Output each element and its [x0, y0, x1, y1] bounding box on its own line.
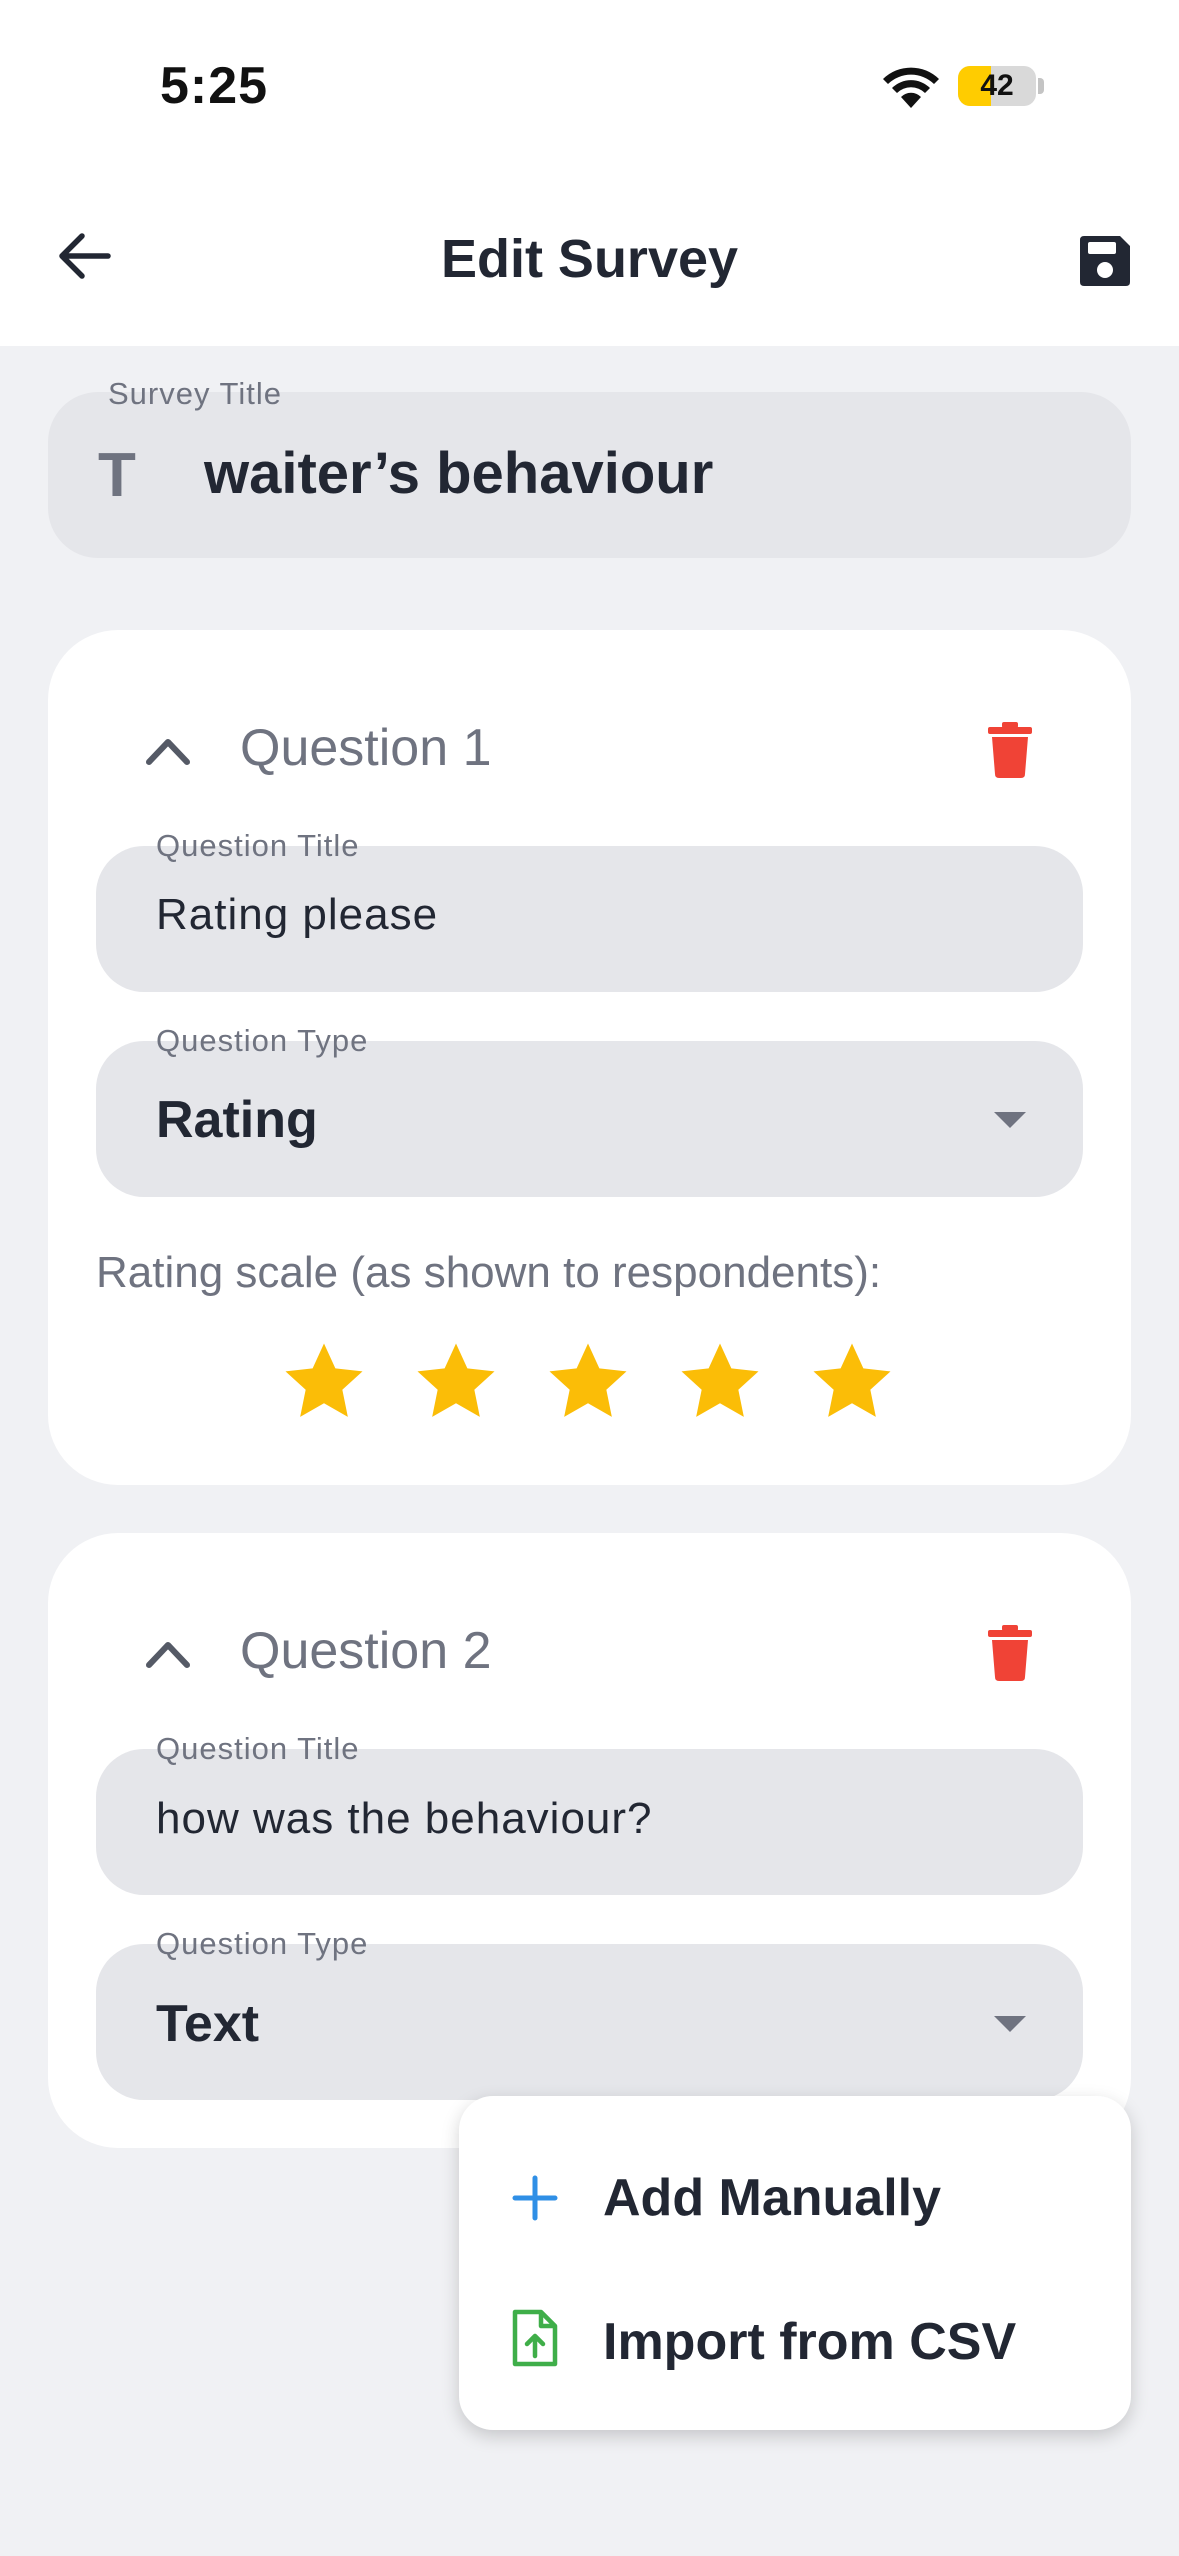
question-type-value: Rating	[156, 1091, 318, 1149]
question-title-value[interactable]: Rating please	[156, 890, 438, 940]
chevron-up-icon[interactable]	[143, 732, 193, 768]
star-icon	[285, 1343, 363, 1417]
star-icon	[417, 1343, 495, 1417]
question-title-value[interactable]: how was the behaviour?	[156, 1794, 653, 1844]
page-title: Edit Survey	[440, 229, 739, 289]
menu-item-add-manually[interactable]: Add Manually	[459, 2128, 1131, 2268]
battery-icon: 42	[958, 66, 1036, 106]
plus-icon	[512, 2175, 558, 2221]
menu-item-label: Add Manually	[603, 2169, 942, 2227]
dropdown-arrow-icon[interactable]	[994, 2016, 1026, 2032]
wifi-icon	[883, 67, 939, 108]
file-upload-icon	[512, 2309, 558, 2367]
question-type-value: Text	[156, 1995, 260, 2053]
question-title-label: Question Title	[156, 1731, 360, 1766]
question-title-label: Question Title	[156, 828, 360, 863]
menu-item-label: Import from CSV	[603, 2313, 1017, 2371]
status-time: 5:25	[160, 57, 269, 115]
floppy-disk-icon	[1080, 236, 1130, 286]
survey-title-label: Survey Title	[108, 376, 282, 411]
question-heading: Question 2	[240, 1622, 492, 1680]
rating-scale-label: Rating scale (as shown to respondents):	[96, 1248, 882, 1297]
battery-cap	[1038, 78, 1044, 94]
add-question-menu: Add Manually Import from CSV	[459, 2096, 1131, 2430]
question-type-label: Question Type	[156, 1023, 369, 1058]
chevron-up-icon[interactable]	[143, 1635, 193, 1671]
battery-percent: 42	[980, 69, 1014, 102]
star-icon	[549, 1343, 627, 1417]
star-icon	[813, 1343, 891, 1417]
text-type-icon: T	[98, 441, 136, 510]
question-heading: Question 1	[240, 719, 492, 777]
save-button[interactable]	[1070, 226, 1140, 296]
survey-title-value[interactable]: waiter’s behaviour	[204, 440, 713, 507]
dropdown-arrow-icon[interactable]	[994, 1112, 1026, 1128]
trash-icon[interactable]	[988, 1625, 1032, 1681]
menu-item-import-csv[interactable]: Import from CSV	[459, 2272, 1131, 2412]
question-type-label: Question Type	[156, 1926, 369, 1961]
star-icon	[681, 1343, 759, 1417]
trash-icon[interactable]	[988, 722, 1032, 778]
